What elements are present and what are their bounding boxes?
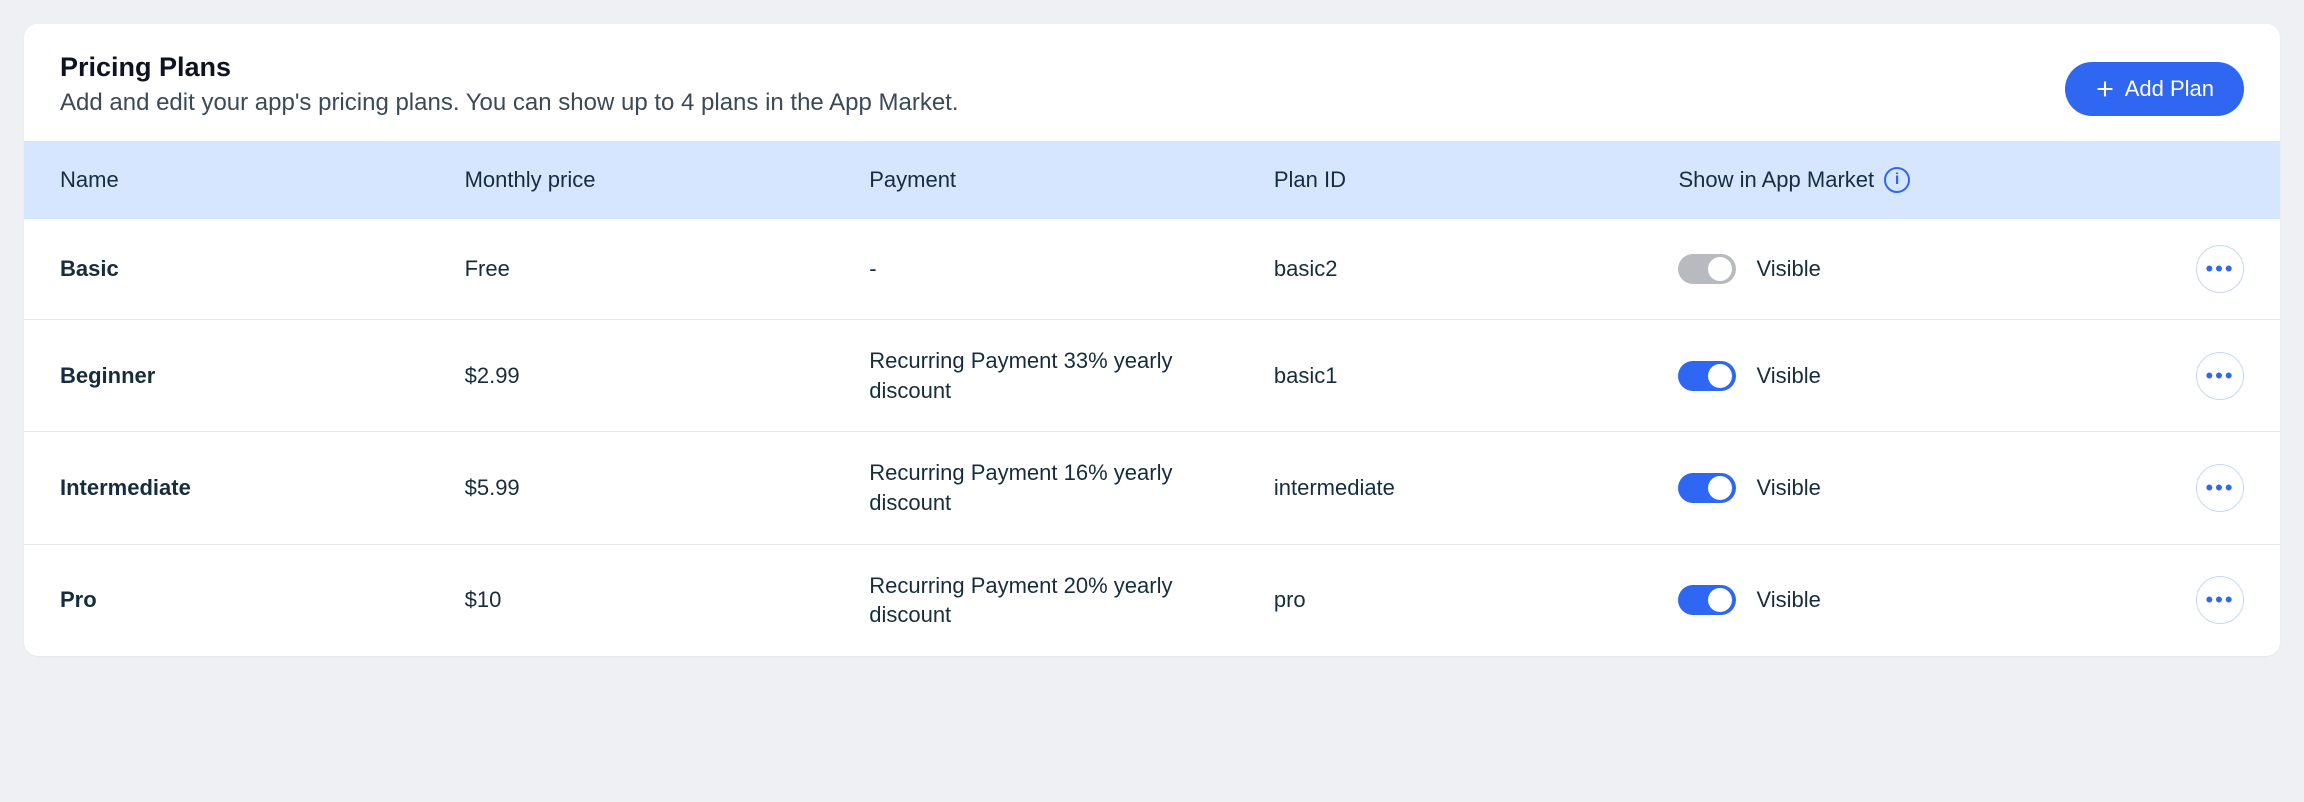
plan-actions: •••: [2164, 245, 2244, 293]
more-actions-button[interactable]: •••: [2196, 352, 2244, 400]
plus-icon: [2095, 79, 2115, 99]
visibility-toggle[interactable]: [1678, 254, 1736, 284]
more-icon: •••: [2205, 475, 2234, 501]
card-header: Pricing Plans Add and edit your app's pr…: [24, 24, 2280, 141]
column-name: Name: [60, 167, 465, 193]
plan-visibility: Visible: [1678, 361, 2164, 391]
plan-visibility: Visible: [1678, 473, 2164, 503]
plan-id: intermediate: [1274, 475, 1679, 501]
table-row: Pro $10 Recurring Payment 20% yearly dis…: [24, 545, 2280, 656]
plan-actions: •••: [2164, 576, 2244, 624]
plan-actions: •••: [2164, 464, 2244, 512]
plan-payment: -: [869, 254, 1274, 284]
column-payment: Payment: [869, 167, 1274, 193]
toggle-knob: [1708, 257, 1732, 281]
more-actions-button[interactable]: •••: [2196, 245, 2244, 293]
visibility-toggle[interactable]: [1678, 473, 1736, 503]
more-icon: •••: [2205, 587, 2234, 613]
table-row: Beginner $2.99 Recurring Payment 33% yea…: [24, 320, 2280, 432]
table-header: Name Monthly price Payment Plan ID Show …: [24, 141, 2280, 219]
pricing-plans-card: Pricing Plans Add and edit your app's pr…: [24, 24, 2280, 656]
plan-id: pro: [1274, 587, 1679, 613]
column-plan-id: Plan ID: [1274, 167, 1679, 193]
plan-visibility: Visible: [1678, 585, 2164, 615]
page-subtitle: Add and edit your app's pricing plans. Y…: [60, 89, 959, 117]
more-icon: •••: [2205, 256, 2234, 282]
visibility-toggle[interactable]: [1678, 585, 1736, 615]
plan-monthly-price: Free: [465, 256, 870, 282]
toggle-knob: [1708, 364, 1732, 388]
plan-visibility: Visible: [1678, 254, 2164, 284]
toggle-knob: [1708, 476, 1732, 500]
column-show-in-market: Show in App Market i: [1678, 167, 2164, 193]
info-icon[interactable]: i: [1884, 167, 1910, 193]
plan-name: Basic: [60, 256, 465, 282]
visibility-label: Visible: [1756, 475, 1820, 501]
column-show-in-market-label: Show in App Market: [1678, 167, 1874, 193]
plan-payment: Recurring Payment 16% yearly discount: [869, 458, 1274, 517]
table-row: Intermediate $5.99 Recurring Payment 16%…: [24, 432, 2280, 544]
plan-payment: Recurring Payment 20% yearly discount: [869, 571, 1274, 630]
plan-actions: •••: [2164, 352, 2244, 400]
more-icon: •••: [2205, 363, 2234, 389]
column-monthly-price: Monthly price: [465, 167, 870, 193]
plan-monthly-price: $2.99: [465, 363, 870, 389]
add-plan-button[interactable]: Add Plan: [2065, 62, 2244, 116]
toggle-knob: [1708, 588, 1732, 612]
table-row: Basic Free - basic2 Visible •••: [24, 219, 2280, 320]
plan-monthly-price: $5.99: [465, 475, 870, 501]
visibility-label: Visible: [1756, 587, 1820, 613]
plan-name: Intermediate: [60, 475, 465, 501]
header-text: Pricing Plans Add and edit your app's pr…: [60, 52, 959, 117]
plan-monthly-price: $10: [465, 587, 870, 613]
more-actions-button[interactable]: •••: [2196, 576, 2244, 624]
more-actions-button[interactable]: •••: [2196, 464, 2244, 512]
visibility-label: Visible: [1756, 256, 1820, 282]
plan-id: basic1: [1274, 363, 1679, 389]
plan-name: Beginner: [60, 363, 465, 389]
plan-id: basic2: [1274, 256, 1679, 282]
plan-name: Pro: [60, 587, 465, 613]
visibility-toggle[interactable]: [1678, 361, 1736, 391]
add-plan-label: Add Plan: [2125, 76, 2214, 102]
page-title: Pricing Plans: [60, 52, 959, 83]
visibility-label: Visible: [1756, 363, 1820, 389]
table-body: Basic Free - basic2 Visible ••• Beginner…: [24, 219, 2280, 656]
plan-payment: Recurring Payment 33% yearly discount: [869, 346, 1274, 405]
